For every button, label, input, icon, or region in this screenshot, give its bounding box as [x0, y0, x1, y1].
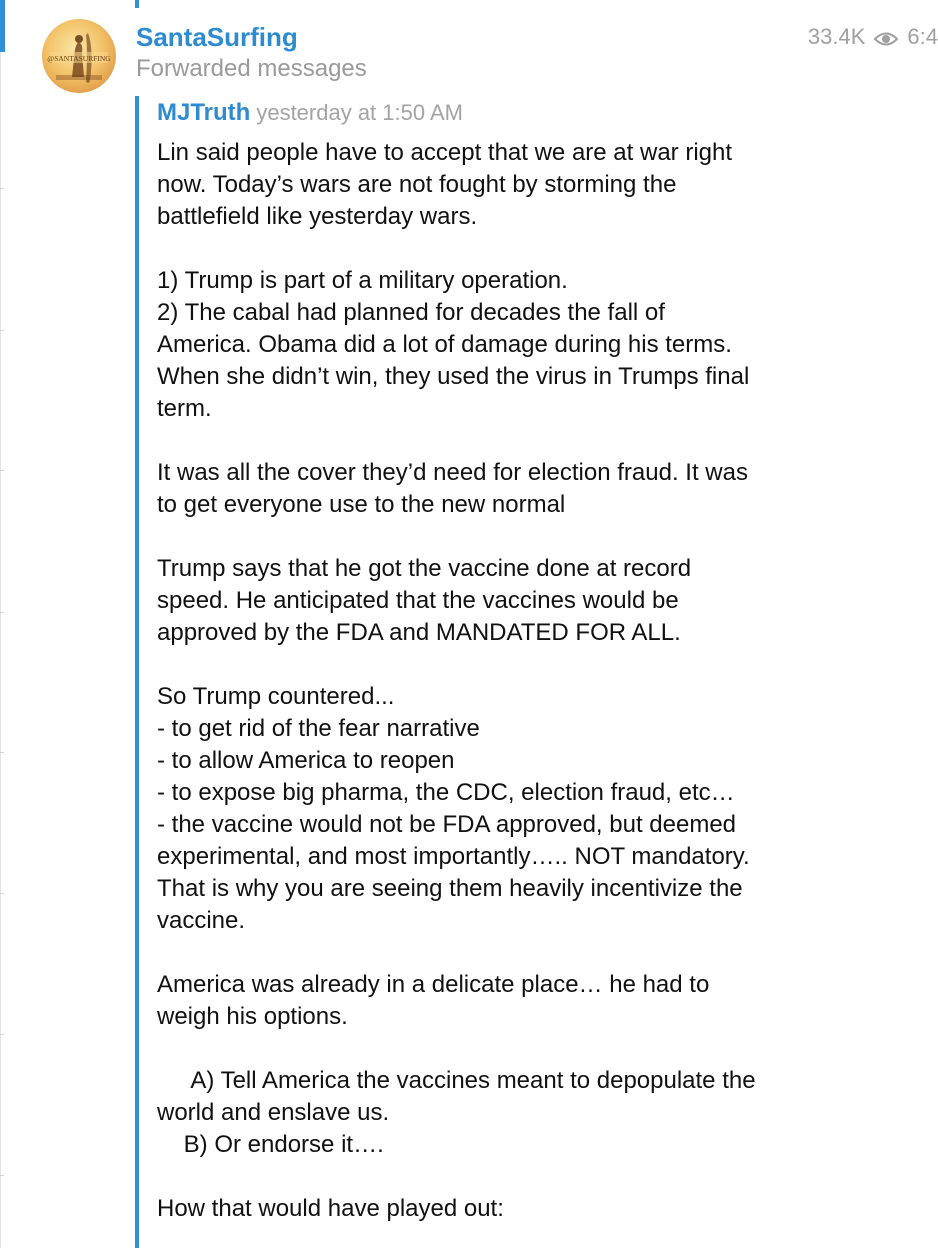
message-line: 2) The cabal had planned for decades the… — [157, 299, 665, 326]
channel-name[interactable]: SantaSurfing — [136, 22, 298, 52]
message-line: How that would have played out: — [157, 1195, 504, 1222]
forward-header: MJTruth yesterday at 1:50 AM — [157, 98, 463, 131]
forward-time: yesterday at 1:50 AM — [256, 100, 463, 125]
message-line: to get everyone use to the new normal — [157, 491, 566, 518]
svg-text:@SANTASURFING: @SANTASURFING — [47, 54, 111, 63]
forward-quote-bar — [135, 96, 139, 1248]
message-text: Lin said people have to accept that we a… — [157, 137, 857, 1225]
message-line: A) Tell America the vaccines meant to de… — [157, 1067, 756, 1094]
message-line: B) Or endorse it…. — [157, 1131, 384, 1158]
message-line: term. — [157, 395, 212, 422]
message-line: Lin said people have to accept that we a… — [157, 139, 733, 166]
message-line: vaccine. — [157, 907, 246, 934]
message-line: Trump says that he got the vaccine done … — [157, 555, 692, 582]
views-count: 33.4K — [807, 24, 866, 49]
message-line: - to expose big pharma, the CDC, electio… — [157, 779, 735, 806]
message-line: approved by the FDA and MANDATED FOR ALL… — [157, 619, 681, 646]
message-line: now. Today’s wars are not fought by stor… — [157, 171, 677, 198]
channel-avatar[interactable]: @SANTASURFING — [42, 19, 116, 93]
message-line: So Trump countered... — [157, 683, 395, 710]
message-meta: 33.4K 6:4 — [808, 22, 938, 52]
message-line: world and enslave us. — [157, 1099, 390, 1126]
message-line: speed. He anticipated that the vaccines … — [157, 587, 679, 614]
message-line: America was already in a delicate place…… — [157, 971, 710, 998]
message-line: America. Obama did a lot of damage durin… — [157, 331, 732, 358]
chat-list-divider — [0, 52, 1, 1248]
message-line: - to allow America to reopen — [157, 747, 455, 774]
eye-icon — [873, 28, 899, 46]
message-line: It was all the cover they’d need for ele… — [157, 459, 748, 486]
selected-chat-indicator — [0, 0, 5, 52]
previous-message-bar — [135, 0, 139, 8]
message-time: 6:4 — [907, 24, 938, 49]
message-line: battlefield like yesterday wars. — [157, 203, 478, 230]
message-line: That is why you are seeing them heavily … — [157, 875, 743, 902]
forward-author[interactable]: MJTruth — [157, 99, 250, 126]
forwarded-label: Forwarded messages — [136, 55, 367, 82]
message-line: 1) Trump is part of a military operation… — [157, 267, 568, 294]
message-line: - the vaccine would not be FDA approved,… — [157, 811, 737, 838]
message-line: - to get rid of the fear narrative — [157, 715, 480, 742]
message-line: weigh his options. — [157, 1003, 348, 1030]
message-line: When she didn’t win, they used the virus… — [157, 363, 750, 390]
surfer-logo-icon: @SANTASURFING — [47, 33, 111, 83]
message-line: experimental, and most importantly….. NO… — [157, 843, 750, 870]
